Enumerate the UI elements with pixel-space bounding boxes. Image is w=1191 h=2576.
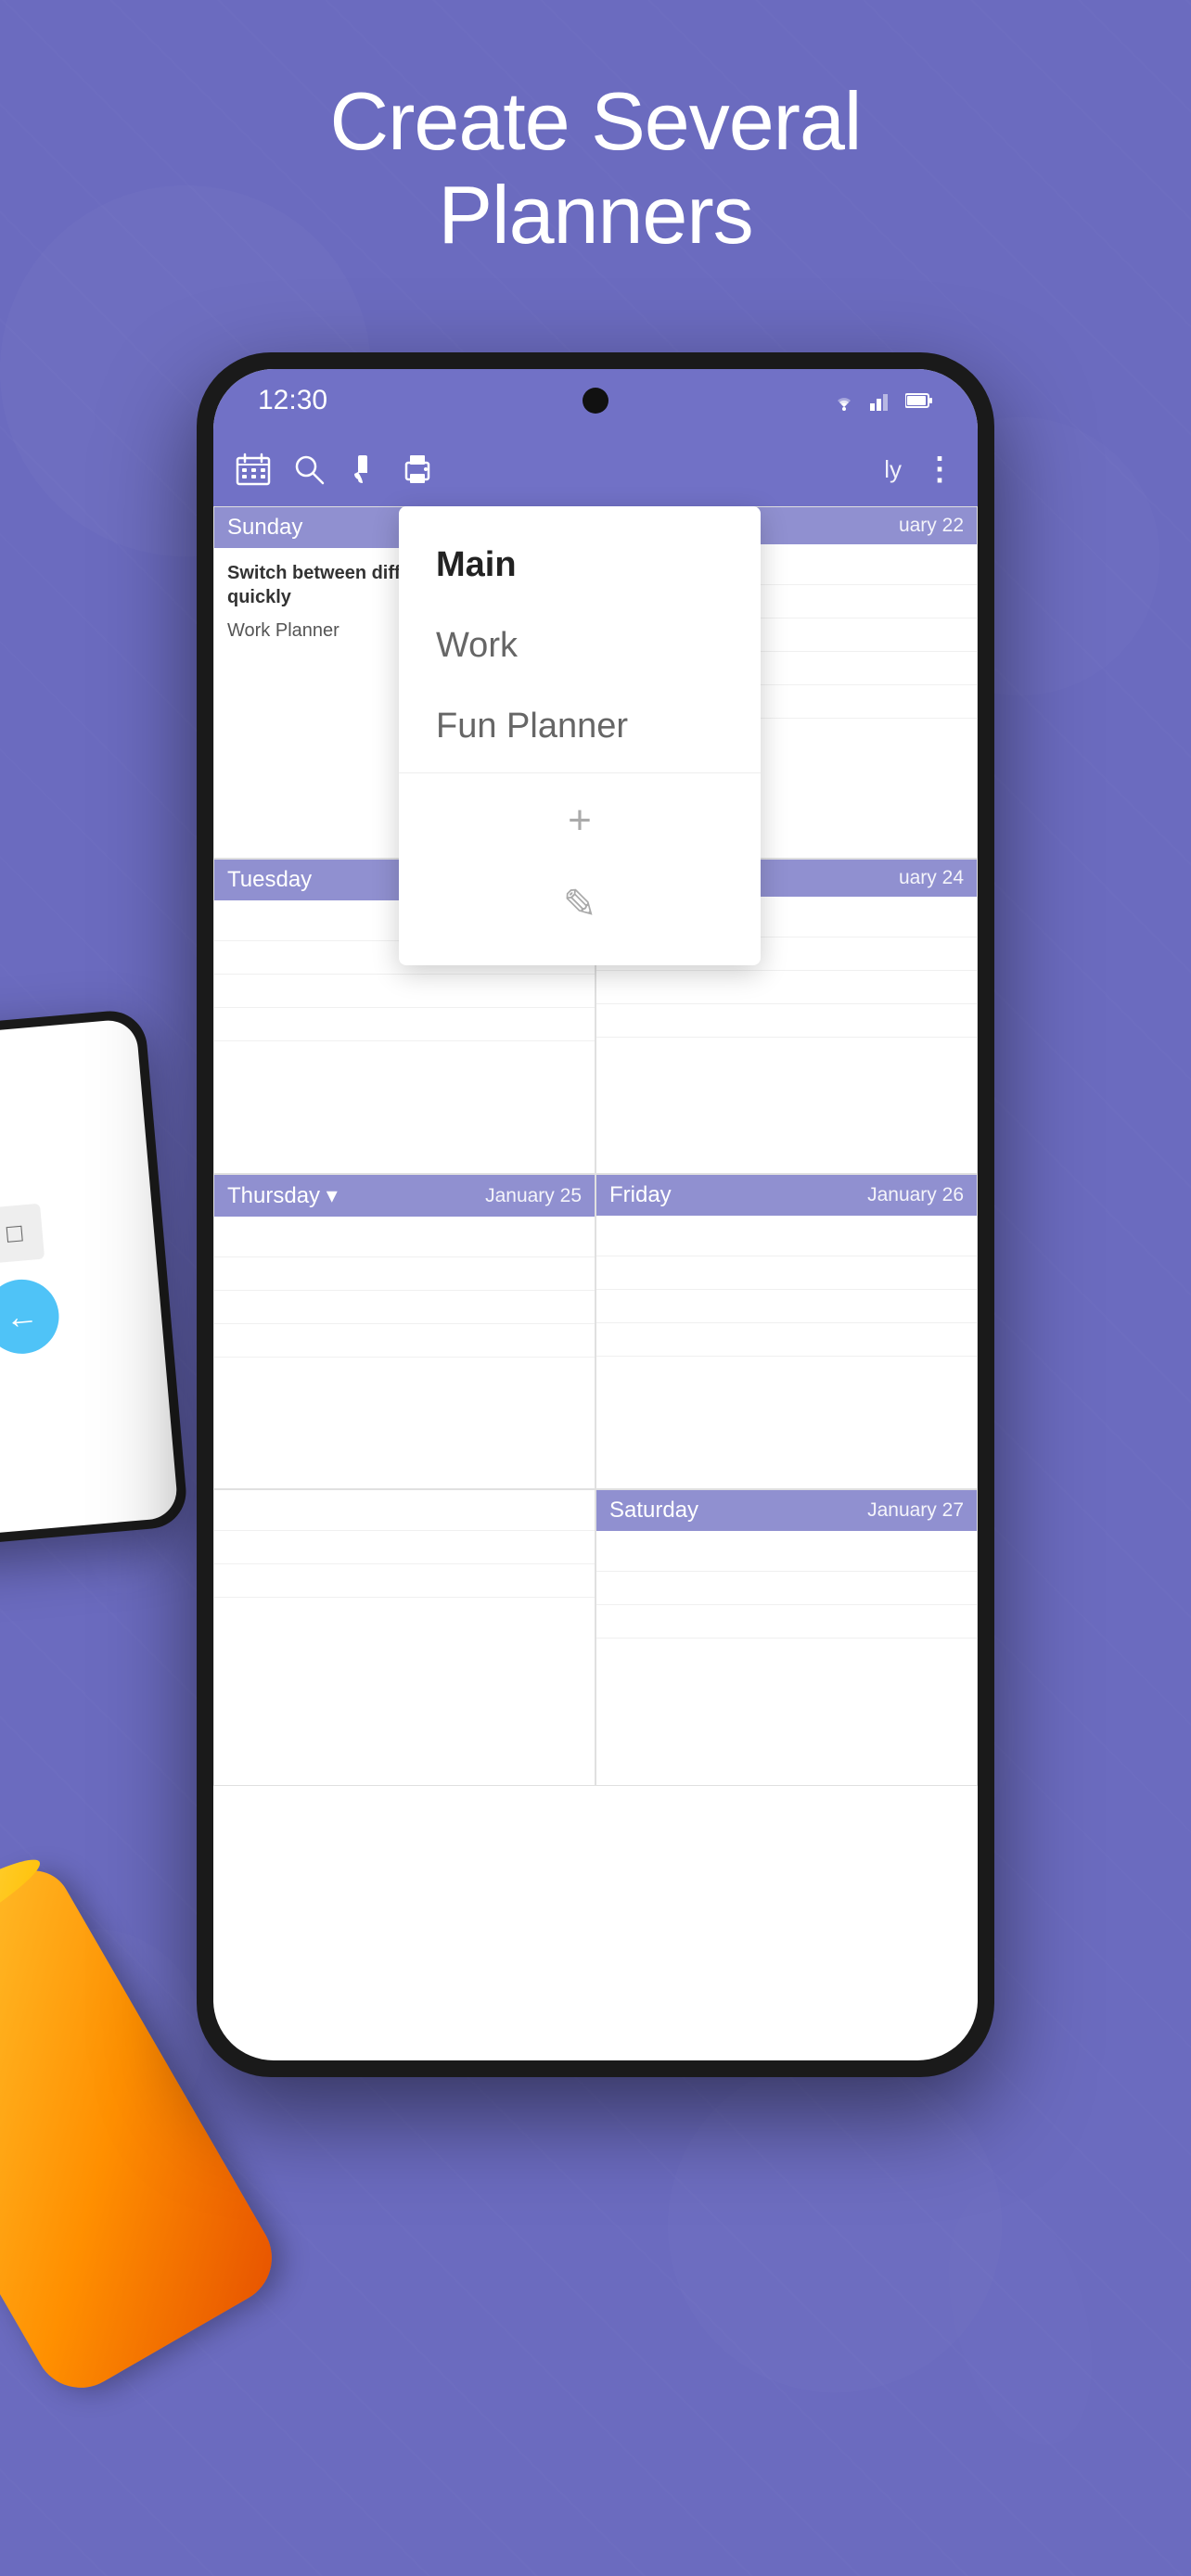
- fri26-header: Friday January 26: [596, 1175, 977, 1216]
- fri26-content: [596, 1216, 977, 1488]
- day-cell-fri26: Friday January 26: [596, 1174, 978, 1489]
- signal-icon: [870, 390, 892, 411]
- dropdown-edit-action[interactable]: ✎: [399, 862, 761, 947]
- calendar-row-3: Thursday ▾ January 25 Friday January 26: [213, 1174, 978, 1489]
- add-planner-icon[interactable]: +: [568, 797, 592, 844]
- thu25-content: [214, 1217, 595, 1488]
- fri26-name: Friday: [609, 1182, 672, 1208]
- phone-frame: 12:30: [197, 352, 994, 2077]
- dropdown-item-main[interactable]: Main: [399, 525, 761, 606]
- camera-notch: [583, 388, 608, 414]
- fri-line-4: [596, 1323, 977, 1357]
- print-toolbar-icon[interactable]: [401, 453, 434, 485]
- phone-screen: 12:30: [213, 369, 978, 2060]
- hero-line1: Create Several: [0, 74, 1191, 168]
- wed24-date: uary 24: [899, 867, 964, 889]
- thu25-name: Thursday ▾: [227, 1182, 338, 1209]
- empty-line-3: [214, 1564, 595, 1598]
- day-cell-thu25: Thursday ▾ January 25: [213, 1174, 596, 1489]
- day-cell-empty: [213, 1489, 596, 1786]
- tuesday-name: Tuesday: [227, 867, 312, 893]
- dropdown-item-work[interactable]: Work: [399, 606, 761, 686]
- dropdown-divider: [399, 772, 761, 773]
- calendar-toolbar-icon[interactable]: [236, 453, 271, 486]
- status-icons: [831, 390, 933, 411]
- brush-toolbar-icon[interactable]: [347, 453, 378, 485]
- sat-line-2: [596, 1572, 977, 1605]
- empty-line-1: [214, 1498, 595, 1531]
- wed-line-3: [596, 971, 977, 1004]
- toolbar-view-label: ly: [884, 455, 902, 484]
- thu-line-1: [214, 1224, 595, 1257]
- fri-line-1: [596, 1223, 977, 1256]
- sunday-name: Sunday: [227, 515, 302, 541]
- calendar-row-4: Saturday January 27: [213, 1489, 978, 1786]
- thu-line-4: [214, 1324, 595, 1358]
- edit-planner-icon[interactable]: ✎: [563, 881, 597, 928]
- fri-line-2: [596, 1256, 977, 1290]
- tue-line-3: [214, 975, 595, 1008]
- sat27-name: Saturday: [609, 1498, 698, 1524]
- mon22-date: uary 22: [899, 515, 964, 537]
- sat-line-3: [596, 1605, 977, 1639]
- sat27-date: January 27: [867, 1499, 964, 1522]
- battery-icon: [905, 392, 933, 409]
- search-toolbar-icon[interactable]: [293, 453, 325, 485]
- thu-line-3: [214, 1291, 595, 1324]
- day-cell-sat27: Saturday January 27: [596, 1489, 978, 1786]
- app-toolbar: ly ⋮: [213, 432, 978, 506]
- hero-line2: Planners: [0, 168, 1191, 261]
- hero-heading: Create Several Planners: [0, 74, 1191, 261]
- wifi-icon: [831, 390, 857, 411]
- thu25-header: Thursday ▾ January 25: [214, 1175, 595, 1217]
- toolbar-more-button[interactable]: ⋮: [924, 451, 955, 488]
- fri-line-3: [596, 1290, 977, 1323]
- tue-line-4: [214, 1008, 595, 1041]
- empty-line-2: [214, 1531, 595, 1564]
- status-time: 12:30: [258, 385, 327, 416]
- wed-line-4: [596, 1004, 977, 1038]
- empty-content: [214, 1490, 595, 1785]
- thu25-date: January 25: [485, 1185, 582, 1207]
- sat27-content: [596, 1531, 977, 1785]
- status-bar: 12:30: [213, 369, 978, 432]
- dropdown-item-fun[interactable]: Fun Planner: [399, 686, 761, 767]
- thu-line-2: [214, 1257, 595, 1291]
- fri26-date: January 26: [867, 1184, 964, 1206]
- dropdown-add-action[interactable]: +: [399, 779, 761, 862]
- planner-dropdown: Main Work Fun Planner + ✎: [399, 506, 761, 965]
- secondary-phone-button[interactable]: ←: [0, 1277, 62, 1358]
- sat-line-1: [596, 1538, 977, 1572]
- sat27-header: Saturday January 27: [596, 1490, 977, 1531]
